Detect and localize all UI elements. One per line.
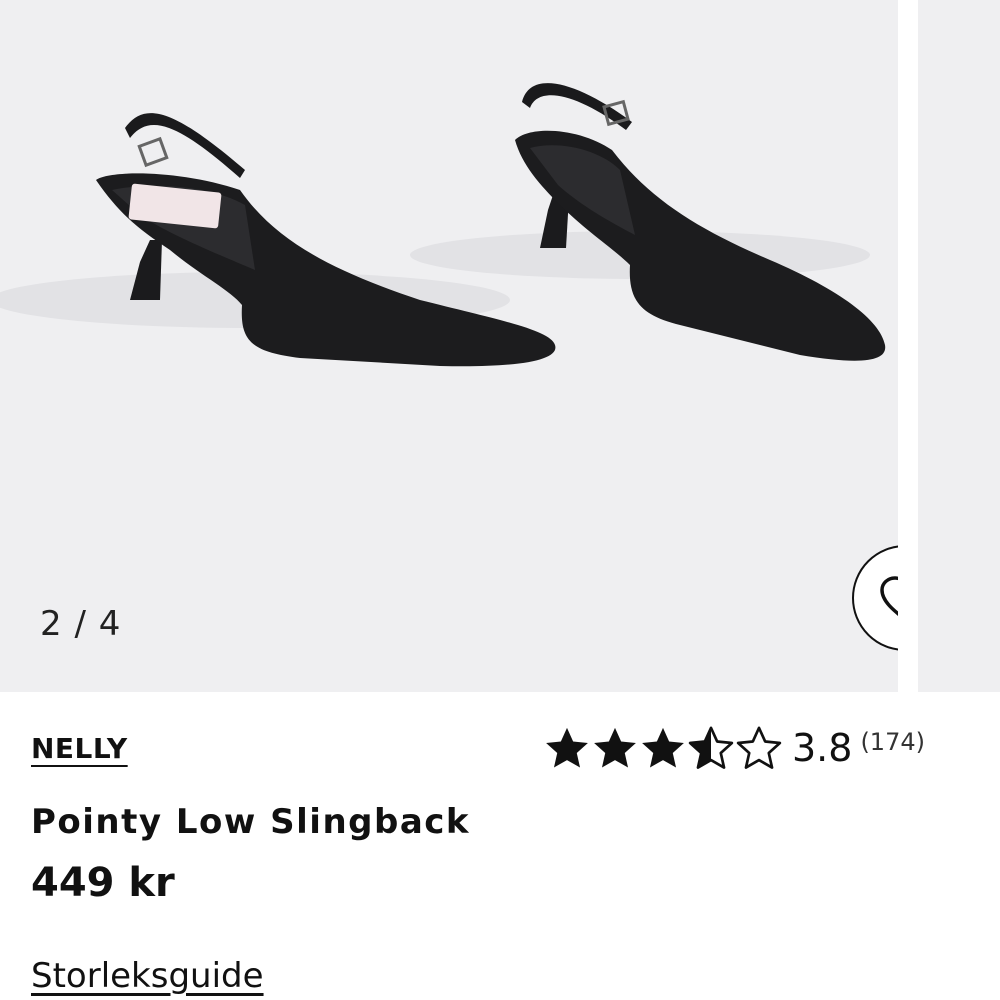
rating-value: 3.8 bbox=[792, 726, 853, 770]
star-full-icon bbox=[546, 727, 588, 768]
brand-link[interactable]: NELLY bbox=[31, 732, 128, 765]
star-full-icon bbox=[594, 727, 636, 768]
product-price: 449 kr bbox=[31, 860, 175, 906]
product-image-gallery[interactable]: 2 / 4 bbox=[0, 0, 1000, 692]
size-guide-link[interactable]: Storleksguide bbox=[31, 956, 264, 996]
image-counter: 2 / 4 bbox=[40, 604, 122, 644]
heart-icon bbox=[880, 576, 898, 617]
review-count: (174) bbox=[860, 728, 925, 756]
star-full-icon bbox=[642, 727, 684, 768]
product-rating[interactable]: 3.8 (174) bbox=[544, 718, 925, 778]
gallery-next-slide-peek[interactable] bbox=[918, 0, 1000, 692]
gallery-slide[interactable]: 2 / 4 bbox=[0, 0, 898, 692]
product-image bbox=[0, 83, 886, 367]
product-title: Pointy Low Slingback bbox=[31, 802, 471, 842]
rating-stars bbox=[544, 725, 782, 771]
star-half-icon bbox=[688, 726, 734, 769]
star-empty-icon bbox=[736, 726, 782, 769]
